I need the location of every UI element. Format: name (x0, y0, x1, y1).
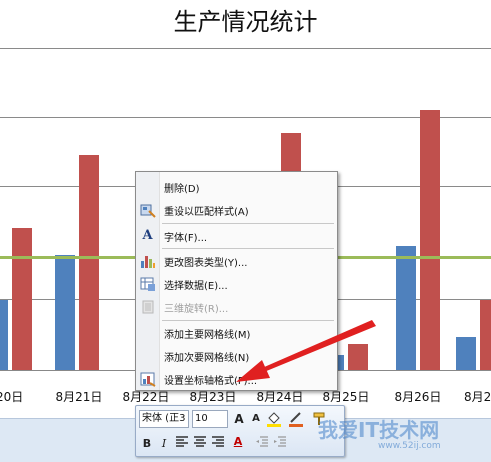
align-left-icon[interactable] (174, 435, 190, 453)
menu-item-label: 设置坐标轴格式(F)... (164, 376, 258, 387)
italic-button[interactable]: I (156, 435, 172, 453)
menu-item-select-data[interactable]: 选择数据(E)... (136, 273, 337, 295)
menu-item-label: 重设以匹配样式(A) (164, 207, 249, 218)
gridline (0, 48, 491, 49)
chart-title[interactable]: 生产情况统计 (0, 2, 491, 37)
bar-series-1-0[interactable] (0, 299, 8, 370)
menu-separator (162, 248, 334, 249)
shrink-font-button[interactable]: A (248, 410, 264, 428)
menu-item-label: 字体(F)... (164, 233, 208, 244)
menu-separator (162, 223, 334, 224)
menu-item-change-chart-type[interactable]: 更改图表类型(Y)... (136, 250, 337, 272)
font-size-select[interactable]: 10 (192, 410, 228, 428)
3d-rotate-icon (139, 299, 156, 315)
align-center-icon[interactable] (192, 435, 208, 453)
decrease-indent-icon[interactable] (254, 435, 270, 453)
bar-series-2-0[interactable] (12, 227, 32, 370)
x-tick-label[interactable]: 8月21日 (56, 388, 103, 405)
watermark-url: www.52ij.com (378, 441, 441, 451)
menu-item-add-minor-gridlines[interactable]: 添加次要网格线(N) (136, 345, 337, 367)
menu-separator (162, 320, 334, 321)
font-color-button[interactable]: A (230, 433, 246, 451)
mini-toolbar: 宋体 (正3 10 A A B I A (135, 405, 345, 457)
align-right-icon[interactable] (210, 435, 226, 453)
menu-item-3d-rotation: 三维旋转(R)... (136, 296, 337, 318)
menu-item-label: 添加主要网格线(M) (164, 330, 251, 341)
menu-item-font[interactable]: A 字体(F)... (136, 225, 337, 247)
menu-item-label: 三维旋转(R)... (164, 304, 229, 315)
bar-series-2-5[interactable] (348, 344, 368, 370)
grow-font-button[interactable]: A (231, 410, 247, 428)
bar-series-2-6[interactable] (420, 110, 440, 370)
outline-color-icon[interactable] (288, 410, 304, 428)
menu-item-format-axis[interactable]: 设置坐标轴格式(F)... (136, 368, 337, 390)
menu-item-delete[interactable]: 删除(D) (136, 176, 337, 198)
bar-series-1-6[interactable] (396, 245, 416, 370)
select-data-icon (139, 276, 156, 292)
font-name-select[interactable]: 宋体 (正3 (139, 410, 189, 428)
axis-format-icon (139, 371, 156, 387)
x-tick-label[interactable]: 20日 (0, 388, 23, 405)
bar-series-1-1[interactable] (55, 254, 75, 370)
chart-type-icon (139, 253, 156, 269)
increase-indent-icon[interactable] (272, 435, 288, 453)
watermark: 我爱IT技术网 (318, 418, 440, 442)
bar-series-2-7[interactable] (480, 299, 491, 370)
menu-item-label: 添加次要网格线(N) (164, 353, 250, 364)
menu-item-label: 选择数据(E)... (164, 281, 228, 292)
menu-item-add-major-gridlines[interactable]: 添加主要网格线(M) (136, 322, 337, 344)
gridline (0, 117, 491, 118)
font-icon: A (142, 228, 153, 243)
menu-item-reset-style[interactable]: 重设以匹配样式(A) (136, 199, 337, 221)
reset-style-icon (139, 202, 156, 218)
bar-series-1-7[interactable] (456, 336, 476, 370)
menu-item-label: 删除(D) (164, 184, 200, 195)
bar-series-2-1[interactable] (79, 154, 99, 370)
fill-color-icon[interactable] (266, 410, 282, 428)
x-tick-label[interactable]: 8月26日 (395, 388, 442, 405)
bold-button[interactable]: B (139, 435, 155, 453)
menu-item-label: 更改图表类型(Y)... (164, 258, 248, 269)
context-menu: 删除(D) 重设以匹配样式(A) A 字体(F)... 更改图表类型(Y)...… (135, 171, 338, 391)
x-tick-label[interactable]: 8月2 (464, 388, 491, 405)
